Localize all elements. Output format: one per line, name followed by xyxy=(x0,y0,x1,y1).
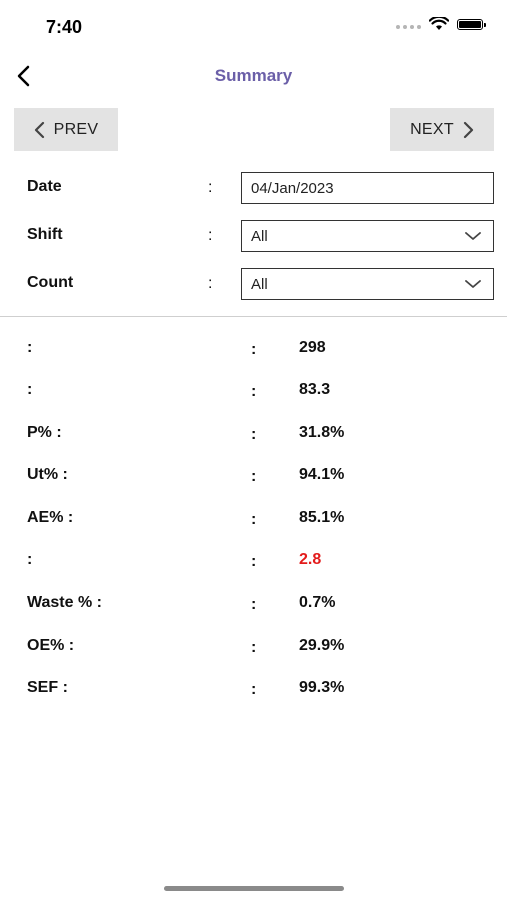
metric-label: SEF : xyxy=(27,679,68,696)
metric-row: : : 298 xyxy=(0,335,507,365)
metric-colon: : xyxy=(251,511,257,528)
metric-row: OE% : : 29.9% xyxy=(0,633,507,663)
metric-value-alert: 2.8 xyxy=(299,551,322,568)
metric-colon: : xyxy=(251,468,257,485)
metric-label: Waste % : xyxy=(27,594,102,611)
shift-label: Shift xyxy=(27,226,63,243)
chevron-down-icon xyxy=(465,232,481,240)
status-time: 7:40 xyxy=(46,17,83,37)
status-bar: 7:40 xyxy=(0,0,507,50)
metric-colon: : xyxy=(251,553,257,570)
shift-row: Shift : All xyxy=(0,220,507,252)
shift-value: All xyxy=(251,228,268,245)
count-row: Count : All xyxy=(0,268,507,300)
metric-value: 29.9% xyxy=(299,637,345,654)
metric-value: 85.1% xyxy=(299,509,345,526)
metric-row: : : 2.8 xyxy=(0,547,507,577)
shift-colon: : xyxy=(208,227,213,244)
date-value: 04/Jan/2023 xyxy=(251,180,334,197)
prev-button[interactable]: PREV xyxy=(14,108,118,151)
metric-label: AE% : xyxy=(27,509,74,526)
metric-colon: : xyxy=(251,681,257,698)
next-button[interactable]: NEXT xyxy=(390,108,494,151)
divider xyxy=(0,316,507,317)
date-field[interactable]: 04/Jan/2023 xyxy=(241,172,494,204)
metric-value: 298 xyxy=(299,339,326,356)
chevron-left-icon xyxy=(34,121,44,138)
metric-value: 99.3% xyxy=(299,679,345,696)
metric-label: : xyxy=(27,381,33,398)
metric-colon: : xyxy=(251,383,257,400)
metric-label: : xyxy=(27,551,33,568)
metric-row: : : 83.3 xyxy=(0,377,507,407)
metric-row: P% : : 31.8% xyxy=(0,420,507,450)
date-row: Date : 04/Jan/2023 xyxy=(0,172,507,204)
metric-colon: : xyxy=(251,341,257,358)
next-label: NEXT xyxy=(410,120,454,138)
metric-value: 0.7% xyxy=(299,594,336,611)
date-colon: : xyxy=(208,179,213,196)
date-label: Date xyxy=(27,178,62,195)
prev-label: PREV xyxy=(53,120,99,138)
metric-value: 94.1% xyxy=(299,466,345,483)
nav-bar: Summary xyxy=(0,54,507,98)
shift-dropdown[interactable]: All xyxy=(241,220,494,252)
battery-icon xyxy=(457,18,486,30)
metric-row: AE% : : 85.1% xyxy=(0,505,507,535)
metric-value: 31.8% xyxy=(299,424,345,441)
metric-row: Ut% : : 94.1% xyxy=(0,462,507,492)
metric-colon: : xyxy=(251,426,257,443)
count-dropdown[interactable]: All xyxy=(241,268,494,300)
metric-label: Ut% : xyxy=(27,466,68,483)
home-indicator[interactable] xyxy=(164,886,344,891)
metric-value: 83.3 xyxy=(299,381,331,398)
status-icons xyxy=(396,17,486,31)
count-colon: : xyxy=(208,275,213,292)
metric-label: OE% : xyxy=(27,637,75,654)
metric-colon: : xyxy=(251,639,257,656)
count-label: Count xyxy=(27,274,74,291)
metric-label: : xyxy=(27,339,33,356)
metric-row: SEF : : 99.3% xyxy=(0,675,507,705)
wifi-icon xyxy=(429,17,449,30)
chevron-down-icon xyxy=(465,280,481,288)
page-title: Summary xyxy=(214,66,293,85)
metric-colon: : xyxy=(251,596,257,613)
metric-row: Waste % : : 0.7% xyxy=(0,590,507,620)
count-value: All xyxy=(251,276,268,293)
metric-label: P% : xyxy=(27,424,62,441)
chevron-right-icon xyxy=(463,121,474,138)
signal-icon xyxy=(396,25,421,29)
